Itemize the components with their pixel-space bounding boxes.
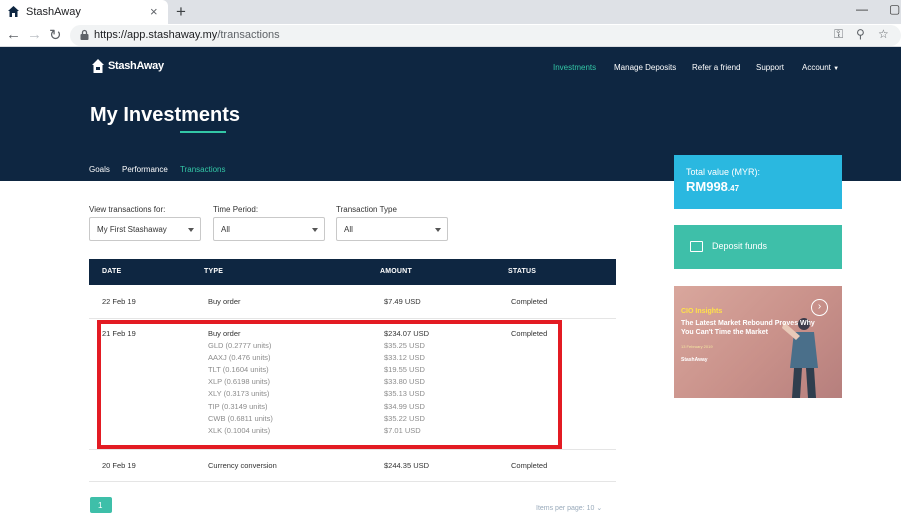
row-type: Buy order — [208, 297, 241, 306]
promo-headline: The Latest Market Rebound Proves Why You… — [681, 320, 815, 336]
tab-title: StashAway — [26, 6, 81, 18]
account-select[interactable]: My First Stashaway — [89, 217, 201, 241]
total-value-card: Total value (MYR): RM998.47 — [674, 155, 842, 209]
lock-icon — [80, 29, 89, 40]
column-status: STATUS — [508, 268, 537, 275]
row-date: 22 Feb 19 — [102, 297, 136, 306]
column-date: DATE — [102, 268, 122, 275]
tab-performance[interactable]: Performance — [122, 165, 168, 174]
stashaway-logo[interactable]: StashAway — [91, 58, 164, 76]
deposit-icon — [690, 241, 703, 252]
zoom-icon[interactable]: ⚲ — [856, 27, 865, 41]
caret-down-icon — [188, 228, 194, 232]
table-row[interactable]: 22 Feb 19 Buy order $7.49 USD Completed — [89, 285, 616, 319]
table-header: DATE TYPE AMOUNT STATUS — [89, 259, 616, 285]
table-row[interactable]: 20 Feb 19 Currency conversion $244.35 US… — [89, 450, 616, 482]
highlight-annotation-box — [97, 320, 562, 449]
restore-window-icon[interactable]: ▢ — [889, 2, 900, 16]
promo-logo: StashAway — [681, 357, 708, 363]
forward-icon[interactable]: → — [27, 26, 42, 43]
total-value-label: Total value (MYR): — [686, 167, 761, 177]
nav-investments[interactable]: Investments — [553, 63, 596, 72]
chevron-right-icon[interactable]: › — [811, 299, 828, 316]
nav-account[interactable]: Account ▼ — [802, 63, 839, 72]
nav-manage-deposits[interactable]: Manage Deposits — [614, 63, 676, 72]
promo-date: 13 February 2019 — [681, 344, 713, 349]
address-bar[interactable]: https://app.stashaway.my/transactions ⚿ … — [70, 25, 901, 46]
active-tab-indicator — [180, 131, 226, 133]
browser-toolbar: ← → ↻ https://app.stashaway.my/transacti… — [0, 24, 901, 47]
period-label: Time Period: — [213, 205, 259, 214]
type-label: Transaction Type — [336, 205, 397, 214]
browser-tab[interactable]: StashAway × — [0, 0, 168, 24]
deposit-funds-button[interactable]: Deposit funds — [674, 225, 842, 269]
view-label: View transactions for: — [89, 205, 166, 214]
promo-tag: CIO Insights — [681, 308, 723, 315]
bookmark-star-icon[interactable]: ☆ — [878, 27, 889, 41]
promo-banner[interactable]: › CIO Insights The Latest Market Rebound… — [674, 286, 842, 398]
stashaway-favicon-icon — [8, 6, 19, 17]
caret-down-icon — [435, 228, 441, 232]
period-select[interactable]: All — [213, 217, 325, 241]
tab-transactions[interactable]: Transactions — [180, 165, 226, 174]
transaction-type-select[interactable]: All — [336, 217, 448, 241]
column-type: TYPE — [204, 268, 224, 275]
items-per-page-select[interactable]: Items per page: 10 ⌄ — [536, 504, 602, 512]
nav-support[interactable]: Support — [756, 63, 784, 72]
row-type: Currency conversion — [208, 461, 277, 470]
row-date: 20 Feb 19 — [102, 461, 136, 470]
tab-goals[interactable]: Goals — [89, 165, 110, 174]
row-status: Completed — [511, 297, 548, 306]
row-status: Completed — [511, 461, 548, 470]
row-amount: $244.35 USD — [384, 461, 430, 470]
minimize-window-icon[interactable]: — — [856, 2, 868, 16]
caret-down-icon: ▼ — [833, 66, 840, 72]
column-amount: AMOUNT — [380, 268, 412, 275]
total-value-amount: RM998.47 — [686, 179, 740, 194]
new-tab-icon[interactable]: + — [176, 2, 186, 22]
logo-house-icon — [92, 59, 104, 73]
caret-down-icon — [312, 228, 318, 232]
row-amount: $7.49 USD — [384, 297, 421, 306]
nav-refer-a-friend[interactable]: Refer a friend — [692, 63, 740, 72]
page-title: My Investments — [90, 104, 241, 126]
page-button-current[interactable]: 1 — [90, 497, 112, 513]
key-icon[interactable]: ⚿ — [834, 27, 843, 42]
url-text: https://app.stashaway.my/transactions — [94, 29, 280, 41]
back-icon[interactable]: ← — [6, 26, 21, 43]
close-tab-icon[interactable]: × — [150, 4, 158, 19]
browser-tab-strip: StashAway × + — ▢ — [0, 0, 901, 24]
reload-icon[interactable]: ↻ — [49, 26, 62, 44]
